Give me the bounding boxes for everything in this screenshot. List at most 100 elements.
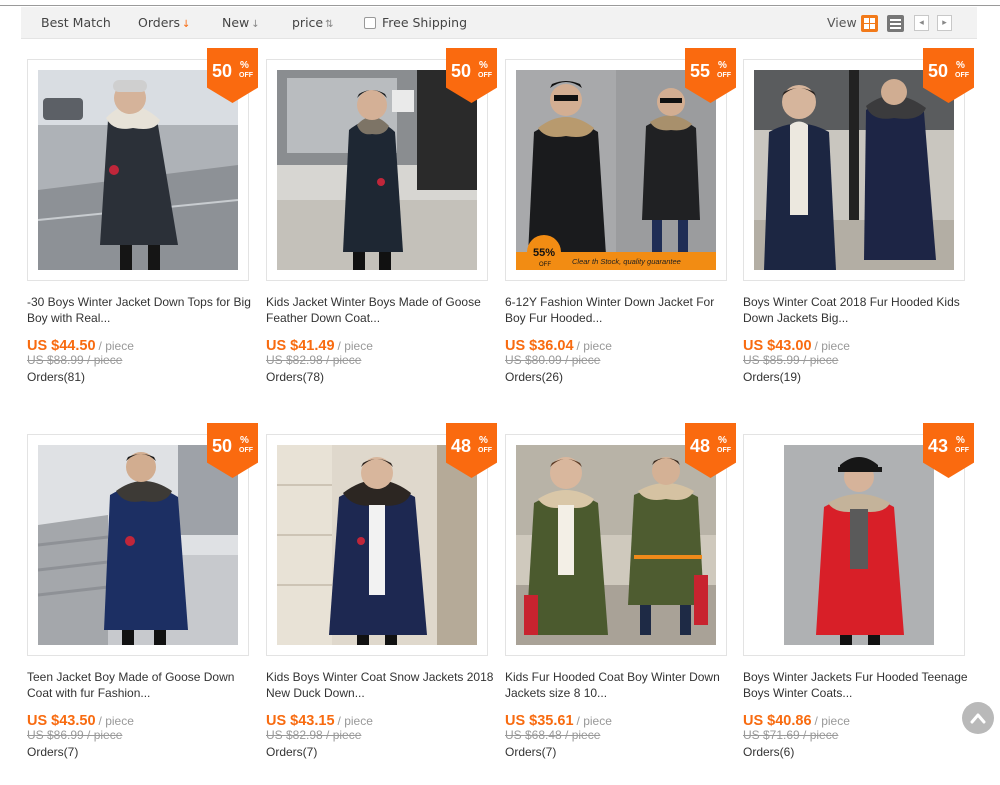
price-line: US $41.49/ piece	[266, 335, 373, 354]
discount-value: 50	[212, 436, 233, 456]
back-to-top-button[interactable]	[962, 702, 994, 734]
price-unit: / piece	[814, 714, 850, 728]
price-unit: / piece	[576, 714, 612, 728]
original-price: US $71.69 / piece	[743, 728, 839, 742]
product-card[interactable]: 50 % OFF Teen Jacket Boy Made of Goose D…	[27, 423, 258, 764]
product-price: US $44.50	[27, 338, 96, 354]
orders-count: Orders(81)	[27, 370, 86, 384]
product-title-link[interactable]: 6-12Y Fashion Winter Down Jacket For Boy…	[505, 294, 733, 326]
price-line: US $43.00/ piece	[743, 335, 850, 354]
sort-orders[interactable]: Orders ↓	[138, 15, 190, 30]
overlay-caption: Clear th Stock, quality guarantee	[572, 257, 681, 266]
discount-badge: 48 % OFF	[446, 423, 497, 478]
price-unit: / piece	[337, 714, 373, 728]
product-card[interactable]: 50 % OFF -30 Boys Winter Jacket Down Top…	[27, 48, 258, 389]
percent-sign: %	[956, 435, 965, 446]
product-title-link[interactable]: Kids Boys Winter Coat Snow Jackets 2018 …	[266, 669, 494, 701]
off-label: OFF	[955, 447, 969, 454]
sort-new[interactable]: New ↓	[222, 15, 260, 30]
discount-badge: 50 % OFF	[207, 48, 258, 103]
original-price: US $82.98 / piece	[266, 728, 362, 742]
discount-badge: 50 % OFF	[923, 48, 974, 103]
off-label: OFF	[955, 72, 969, 79]
original-price: US $86.99 / piece	[27, 728, 123, 742]
chevron-up-icon	[970, 713, 986, 724]
product-card[interactable]: 48 % OFF Kids Fur Hooded Coat Boy Winter…	[505, 423, 736, 764]
percent-sign: %	[479, 435, 488, 446]
price-line: US $44.50/ piece	[27, 335, 134, 354]
list-view-icon[interactable]	[887, 15, 904, 32]
arrow-down-icon: ↓	[182, 19, 191, 30]
discount-value: 50	[451, 61, 472, 81]
sort-best-match[interactable]: Best Match	[41, 15, 111, 30]
product-price: US $43.15	[266, 713, 335, 729]
sort-bar: Best Match Orders ↓ New ↓ price ⇅ Free Ship…	[21, 7, 977, 39]
product-card[interactable]: 50 % OFF Boys Winter Coat 2018 Fur Hoode…	[743, 48, 974, 389]
off-label: OFF	[239, 72, 253, 79]
sort-price-label: price	[292, 15, 324, 30]
overlay-discount: 55%	[533, 247, 555, 259]
next-page-button[interactable]: ▸	[937, 15, 952, 31]
product-card[interactable]: 50 % OFF Kids Jacket Winter Boys Made of…	[266, 48, 497, 389]
percent-sign: %	[240, 60, 249, 71]
product-price: US $35.61	[505, 713, 574, 729]
orders-count: Orders(7)	[505, 745, 557, 759]
discount-badge: 50 % OFF	[446, 48, 497, 103]
prev-page-button[interactable]: ◂	[914, 15, 929, 31]
product-price: US $41.49	[266, 338, 335, 354]
orders-count: Orders(7)	[266, 745, 318, 759]
off-label: OFF	[717, 447, 731, 454]
discount-value: 48	[690, 436, 711, 456]
percent-sign: %	[718, 60, 727, 71]
product-price: US $43.00	[743, 338, 812, 354]
product-price: US $36.04	[505, 338, 574, 354]
orders-count: Orders(78)	[266, 370, 325, 384]
product-card[interactable]: 43 % OFF Boys Winter Jackets Fur Hooded …	[743, 423, 974, 764]
price-line: US $40.86/ piece	[743, 710, 850, 729]
sort-price[interactable]: price ⇅	[292, 15, 334, 30]
arrow-down-icon: ↓	[251, 19, 260, 30]
view-label: View	[827, 15, 857, 30]
price-line: US $43.15/ piece	[266, 710, 373, 729]
sort-updown-icon: ⇅	[325, 19, 334, 30]
discount-badge: 55 % OFF	[685, 48, 736, 103]
top-divider	[0, 0, 1000, 6]
price-unit: / piece	[576, 339, 612, 353]
product-title-link[interactable]: Boys Winter Jackets Fur Hooded Teenage B…	[743, 669, 971, 701]
product-title-link[interactable]: Kids Fur Hooded Coat Boy Winter Down Jac…	[505, 669, 733, 701]
original-price: US $80.09 / piece	[505, 353, 601, 367]
percent-sign: %	[479, 60, 488, 71]
discount-value: 48	[451, 436, 472, 456]
discount-value: 50	[928, 61, 949, 81]
price-unit: / piece	[98, 339, 134, 353]
percent-sign: %	[240, 435, 249, 446]
product-price: US $43.50	[27, 713, 96, 729]
product-title-link[interactable]: -30 Boys Winter Jacket Down Tops for Big…	[27, 294, 255, 326]
off-label: OFF	[717, 72, 731, 79]
product-price: US $40.86	[743, 713, 812, 729]
grid-view-icon[interactable]	[861, 15, 878, 32]
price-line: US $43.50/ piece	[27, 710, 134, 729]
free-shipping-checkbox[interactable]	[364, 17, 376, 29]
chevron-left-icon: ◂	[919, 18, 924, 28]
sort-new-label: New	[222, 15, 250, 30]
orders-count: Orders(26)	[505, 370, 564, 384]
orders-count: Orders(7)	[27, 745, 79, 759]
discount-value: 55	[690, 61, 711, 81]
discount-badge: 50 % OFF	[207, 423, 258, 478]
overlay-off: OFF	[539, 262, 551, 268]
free-shipping-label: Free Shipping	[382, 15, 468, 30]
price-unit: / piece	[814, 339, 850, 353]
product-card[interactable]: 48 % OFF Kids Boys Winter Coat Snow Jack…	[266, 423, 497, 764]
discount-badge: 48 % OFF	[685, 423, 736, 478]
product-title-link[interactable]: Boys Winter Coat 2018 Fur Hooded Kids Do…	[743, 294, 971, 326]
product-card[interactable]: 55% OFF Clear th Stock, quality guarante…	[505, 48, 736, 389]
discount-value: 50	[212, 61, 233, 81]
free-shipping-filter[interactable]: Free Shipping	[364, 15, 467, 30]
percent-sign: %	[718, 435, 727, 446]
off-label: OFF	[478, 72, 492, 79]
sort-orders-label: Orders	[138, 15, 181, 30]
product-title-link[interactable]: Teen Jacket Boy Made of Goose Down Coat …	[27, 669, 255, 701]
price-unit: / piece	[98, 714, 134, 728]
product-title-link[interactable]: Kids Jacket Winter Boys Made of Goose Fe…	[266, 294, 494, 326]
